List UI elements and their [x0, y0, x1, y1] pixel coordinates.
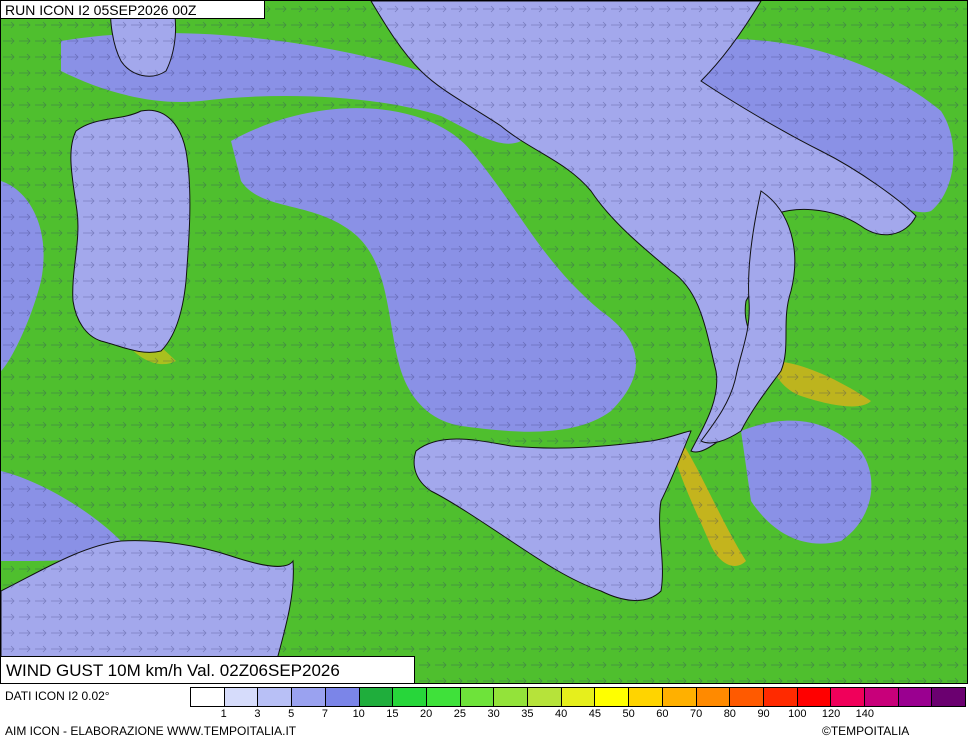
legend-tick-label: 7	[321, 708, 329, 720]
legend-color-cell	[224, 687, 259, 707]
legend-color-cell	[393, 687, 427, 707]
legend-tick-label: 90	[757, 708, 770, 720]
legend-color-cell	[629, 687, 663, 707]
map-canvas	[1, 1, 967, 683]
legend-color-cell	[426, 687, 461, 707]
legend-tick-label: 45	[588, 708, 601, 720]
legend-tick-label: 100	[788, 708, 807, 720]
legend-color-cell	[292, 687, 326, 707]
data-source-label: DATI ICON I2 0.02°	[5, 689, 110, 703]
legend-color-cell	[932, 687, 967, 707]
legend-color-cell	[258, 687, 293, 707]
legend-tick-label: 40	[555, 708, 568, 720]
legend-color-cell	[662, 687, 697, 707]
legend-tick-label: 120	[821, 708, 841, 720]
legend-tick-label: 25	[453, 708, 467, 720]
legend-tick-label: 20	[420, 708, 433, 720]
legend-tick-label: 80	[723, 708, 736, 720]
credit-label: AIM ICON - ELABORAZIONE WWW.TEMPOITALIA.…	[5, 724, 297, 738]
legend-tick-label: 140	[855, 708, 874, 720]
legend-tick-label: 5	[288, 708, 295, 720]
legend-color-cell	[865, 687, 899, 707]
color-legend	[190, 687, 967, 707]
legend-color-cell	[898, 687, 933, 707]
legend-tick-labels: 1 3 5 7 10 15 20 25 30 35 40 45 50 60 70 80 90 100 120 140	[190, 708, 966, 722]
legend-color-cell	[831, 687, 866, 707]
legend-color-cell	[561, 687, 596, 707]
product-title: WIND GUST 10M km/h Val. 02Z06SEP2026	[1, 656, 415, 683]
legend-tick-label: 1	[220, 708, 227, 720]
legend-color-cell	[325, 687, 360, 707]
legend-color-cell	[730, 687, 764, 707]
legend-tick-label: 15	[386, 708, 399, 720]
legend-tick-label: 35	[521, 708, 534, 720]
legend-tick-label: 60	[656, 708, 669, 720]
legend-color-cell	[696, 687, 731, 707]
legend-color-cell	[528, 687, 562, 707]
legend-tick-label: 50	[622, 708, 635, 720]
wind-arrows-sea	[1, 1, 967, 683]
legend-color-cell	[190, 687, 225, 707]
wind-gust-map: RUN ICON I2 05SEP2026 00Z WIND GUST 10M …	[0, 0, 968, 684]
legend-tick-label: 3	[254, 708, 261, 720]
copyright-label: ©TEMPOITALIA	[822, 724, 910, 738]
legend-color-cell	[763, 687, 798, 707]
legend-color-cell	[797, 687, 832, 707]
legend-tick-label: 10	[352, 708, 365, 720]
legend-color-cell	[595, 687, 630, 707]
legend-color-cell	[494, 687, 529, 707]
legend-color-cell	[359, 687, 394, 707]
run-title: RUN ICON I2 05SEP2026 00Z	[1, 1, 265, 19]
legend-color-cell	[460, 687, 495, 707]
legend-tick-label: 30	[487, 708, 500, 720]
legend-tick-label: 70	[689, 708, 703, 720]
